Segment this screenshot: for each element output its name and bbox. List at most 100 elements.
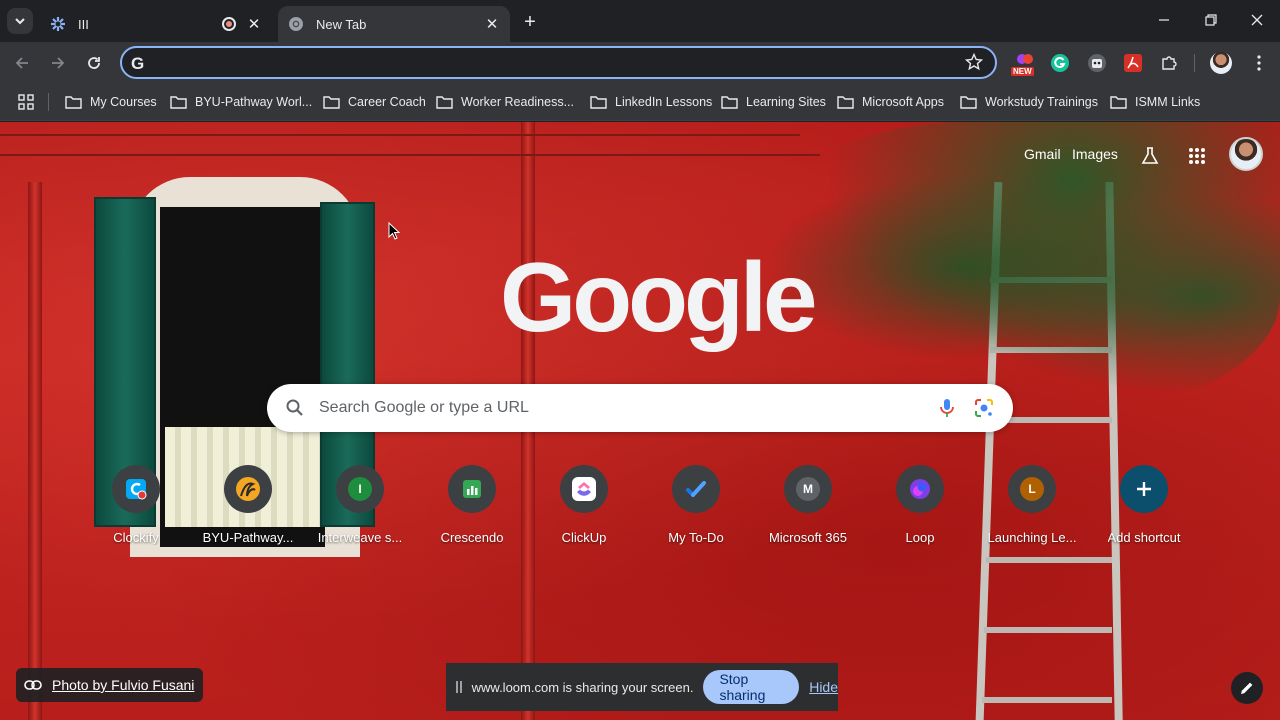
arrow-right-icon (52, 57, 65, 69)
reload-button[interactable] (80, 49, 108, 77)
restore-icon (1205, 14, 1217, 26)
shortcut-label: Loop (905, 530, 935, 545)
search-box[interactable] (267, 384, 1013, 432)
labs-button[interactable] (1136, 142, 1164, 170)
bookmark-label: Workstudy Trainings (985, 95, 1099, 109)
plus-icon (1120, 465, 1168, 513)
shortcut-label: Add shortcut (1107, 530, 1181, 545)
background-ladder-rung (982, 697, 1112, 703)
bookmark-learning-sites[interactable]: Learning Sites (721, 90, 826, 114)
menu-button[interactable] (1248, 52, 1270, 74)
folder-icon (170, 96, 187, 109)
search-input[interactable] (319, 397, 919, 419)
bookmark-byu-pathway[interactable]: BYU-Pathway Worl... (170, 90, 312, 114)
bookmark-linkedin-lessons[interactable]: LinkedIn Lessons (590, 90, 712, 114)
tab-title: III (78, 16, 89, 32)
folder-icon (960, 96, 977, 109)
tab-title: New Tab (316, 16, 367, 32)
bookmark-label: LinkedIn Lessons (615, 95, 713, 109)
puzzle-icon (1162, 56, 1177, 70)
apps-grid-icon[interactable] (17, 93, 35, 111)
minimize-button[interactable] (1141, 0, 1187, 40)
google-apps-button[interactable] (1183, 142, 1211, 170)
recording-icon (222, 17, 236, 31)
byu-pathway-icon (224, 465, 272, 513)
shortcut-clickup[interactable]: ClickUp (528, 465, 640, 561)
shortcut-label: Interweave s... (317, 530, 403, 545)
arrow-left-icon (15, 57, 28, 69)
bookmark-label: Learning Sites (746, 95, 826, 109)
close-icon[interactable]: ✕ (482, 14, 502, 34)
shortcut-label: Crescendo (440, 530, 504, 545)
shortcut-microsoft-365[interactable]: M Microsoft 365 (752, 465, 864, 561)
bookmark-workstudy-trainings[interactable]: Workstudy Trainings (960, 90, 1098, 114)
folder-icon (721, 96, 738, 109)
address-input[interactable] (160, 52, 940, 74)
google-g-icon: G (131, 54, 145, 73)
google-lens-icon[interactable] (973, 397, 995, 419)
extensions-button[interactable] (1158, 52, 1180, 74)
microphone-icon[interactable] (937, 397, 957, 419)
forward-button[interactable] (44, 49, 72, 77)
link-icon (24, 680, 42, 690)
images-link[interactable]: Images (1072, 146, 1118, 162)
add-shortcut-button[interactable]: Add shortcut (1088, 465, 1200, 561)
letter-avatar: I (348, 477, 372, 501)
address-bar[interactable]: G (120, 46, 997, 79)
folder-icon (837, 96, 854, 109)
close-icon[interactable]: ✕ (244, 14, 264, 34)
bookmark-label: ISMM Links (1135, 95, 1201, 109)
new-tab-page: Gmail Images Google Clockify BYU-Pathway… (0, 122, 1280, 720)
bookmark-star-icon[interactable] (965, 53, 983, 71)
new-tab-button[interactable]: + (518, 10, 542, 34)
hide-link[interactable]: Hide (809, 679, 838, 695)
background-wire (0, 154, 820, 156)
bookmark-ismm-links[interactable]: ISMM Links (1110, 90, 1200, 114)
chrome-favicon-icon (288, 16, 304, 32)
close-window-button[interactable] (1234, 0, 1280, 40)
letter-icon: L (1008, 465, 1056, 513)
background-wire (0, 134, 800, 136)
bookmark-worker-readiness[interactable]: Worker Readiness... (436, 90, 574, 114)
stop-sharing-button[interactable]: Stop sharing (703, 670, 800, 704)
shortcut-label: My To-Do (668, 530, 724, 545)
photo-attribution-link[interactable]: Photo by Fulvio Fusani (16, 668, 204, 702)
bookmark-label: BYU-Pathway Worl... (195, 95, 313, 109)
bookmark-career-coach[interactable]: Career Coach (323, 90, 426, 114)
shortcut-label: BYU-Pathway... (202, 530, 294, 545)
bookmark-my-courses[interactable]: My Courses (65, 90, 157, 114)
attribution-text: Photo by Fulvio Fusani (52, 677, 195, 693)
shortcut-clockify[interactable]: Clockify (80, 465, 192, 561)
robot-extension[interactable] (1086, 52, 1108, 74)
grammarly-extension[interactable] (1049, 52, 1071, 74)
account-avatar[interactable] (1229, 137, 1263, 171)
bookmark-label: My Courses (90, 95, 157, 109)
drag-handle-icon[interactable] (456, 681, 462, 693)
plus-icon: + (524, 10, 536, 33)
tab-search-button[interactable] (7, 8, 33, 34)
profile-button[interactable] (1210, 52, 1232, 74)
bookmark-label: Worker Readiness... (461, 95, 575, 109)
shortcut-loop[interactable]: Loop (864, 465, 976, 561)
crescendo-icon (448, 465, 496, 513)
shortcut-launching-le[interactable]: L Launching Le... (976, 465, 1088, 561)
shortcut-byu-pathway[interactable]: BYU-Pathway... (192, 465, 304, 561)
restore-button[interactable] (1188, 0, 1234, 40)
shortcut-interweave[interactable]: I Interweave s... (304, 465, 416, 561)
close-icon (1251, 14, 1263, 26)
shortcut-label: Clockify (113, 530, 159, 545)
shortcut-my-todo[interactable]: My To-Do (640, 465, 752, 561)
back-button[interactable] (8, 49, 36, 77)
bookmarks-divider (48, 93, 49, 111)
shortcut-label: Launching Le... (987, 530, 1077, 545)
shortcut-crescendo[interactable]: Crescendo (416, 465, 528, 561)
background-pipe (28, 182, 42, 720)
bookmark-microsoft-apps[interactable]: Microsoft Apps (837, 90, 944, 114)
tab-new-tab[interactable]: New Tab ✕ (278, 6, 510, 42)
tab-loom[interactable]: III ✕ (40, 6, 272, 42)
customize-button[interactable] (1231, 672, 1263, 704)
gmail-link[interactable]: Gmail (1024, 146, 1061, 162)
share-status-text: www.loom.com is sharing your screen. (471, 679, 694, 695)
letter-avatar: M (796, 477, 820, 501)
pdf-extension[interactable] (1122, 52, 1144, 74)
